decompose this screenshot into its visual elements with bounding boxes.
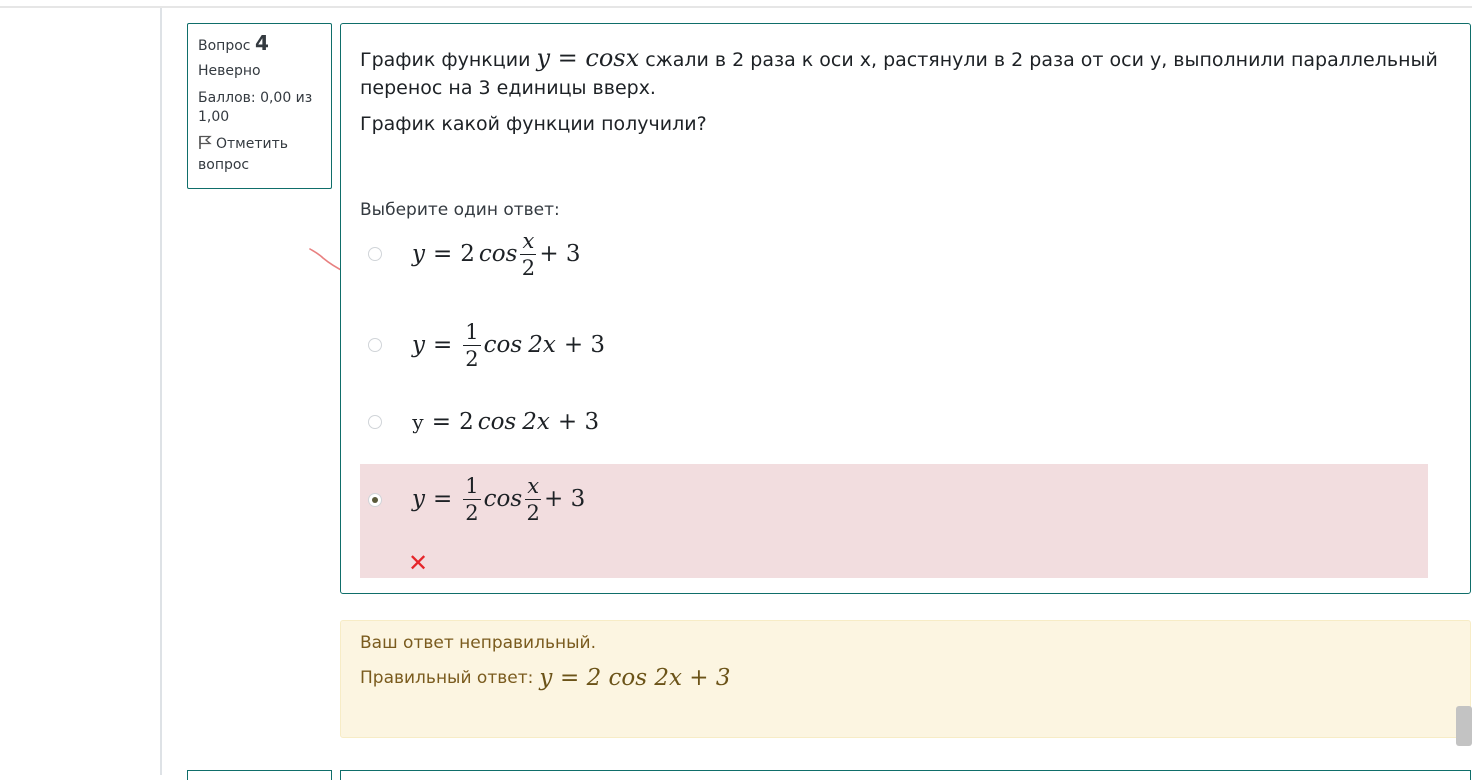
answer-option-3[interactable]: у = 2 cos 2x + 3	[360, 404, 1428, 440]
answer-option-4[interactable]: y = 12 cos x2 + 3 ✕	[360, 464, 1428, 578]
question-label: Вопрос	[198, 38, 251, 54]
cross-icon: ✕	[408, 549, 429, 577]
fraction: 12	[463, 319, 481, 371]
top-divider	[0, 6, 1472, 8]
feedback-message: Ваш ответ неправильный.	[360, 633, 596, 653]
flag-icon	[198, 135, 212, 156]
question-number: 4	[254, 31, 269, 55]
fraction: x2	[525, 473, 542, 525]
answer-prompt: Выберите один ответ:	[360, 200, 560, 220]
answer-radio-4-selected[interactable]	[368, 493, 382, 507]
question-content-box: График функции y = cosx сжали в 2 раза к…	[340, 23, 1471, 594]
question-text: График функции y = cosx сжали в 2 раза к…	[360, 44, 1440, 146]
correct-answer-row: Правильный ответ: у = 2 cos 2x + 3	[360, 665, 731, 691]
next-question-info-box	[187, 770, 332, 780]
answer-formula-1: y = 2 cos x2 + 3	[412, 228, 581, 280]
sub-question: График какой функции получили?	[360, 113, 707, 135]
answer-radio-3[interactable]	[368, 415, 382, 429]
question-info-box: Вопрос 4 Неверно Баллов: 0,00 из 1,00 От…	[187, 23, 332, 189]
answer-option-1[interactable]: y = 2 cos x2 + 3	[360, 224, 1428, 284]
inline-formula: y = cosx	[536, 44, 640, 72]
question-paragraph: График функции y = cosx сжали в 2 раза к…	[360, 44, 1440, 102]
answer-formula-3: у = 2 cos 2x + 3	[412, 409, 600, 435]
correct-answer-formula: у = 2 cos 2x + 3	[539, 665, 731, 691]
answer-formula-2: y = 12 cos 2x + 3	[412, 319, 606, 371]
fraction: x2	[520, 228, 537, 280]
question-state: Неверно	[198, 63, 261, 79]
flag-question-link[interactable]: Отметить вопрос	[198, 135, 321, 175]
answer-radio-2[interactable]	[368, 338, 382, 352]
correct-answer-label: Правильный ответ:	[360, 668, 534, 688]
left-divider	[160, 8, 162, 775]
question-grade: Баллов: 0,00 из 1,00	[198, 90, 313, 125]
answer-option-2[interactable]: y = 12 cos 2x + 3	[360, 314, 1428, 376]
answer-radio-1[interactable]	[368, 247, 382, 261]
answer-formula-4: y = 12 cos x2 + 3	[412, 473, 586, 525]
fraction: 12	[463, 473, 481, 525]
next-question-content-box	[340, 770, 1471, 780]
question-number-row: Вопрос 4	[198, 31, 321, 56]
feedback-box: Ваш ответ неправильный. Правильный ответ…	[340, 620, 1471, 738]
question-text-prefix: График функции	[360, 49, 531, 71]
scrollbar-handle[interactable]	[1456, 706, 1472, 746]
